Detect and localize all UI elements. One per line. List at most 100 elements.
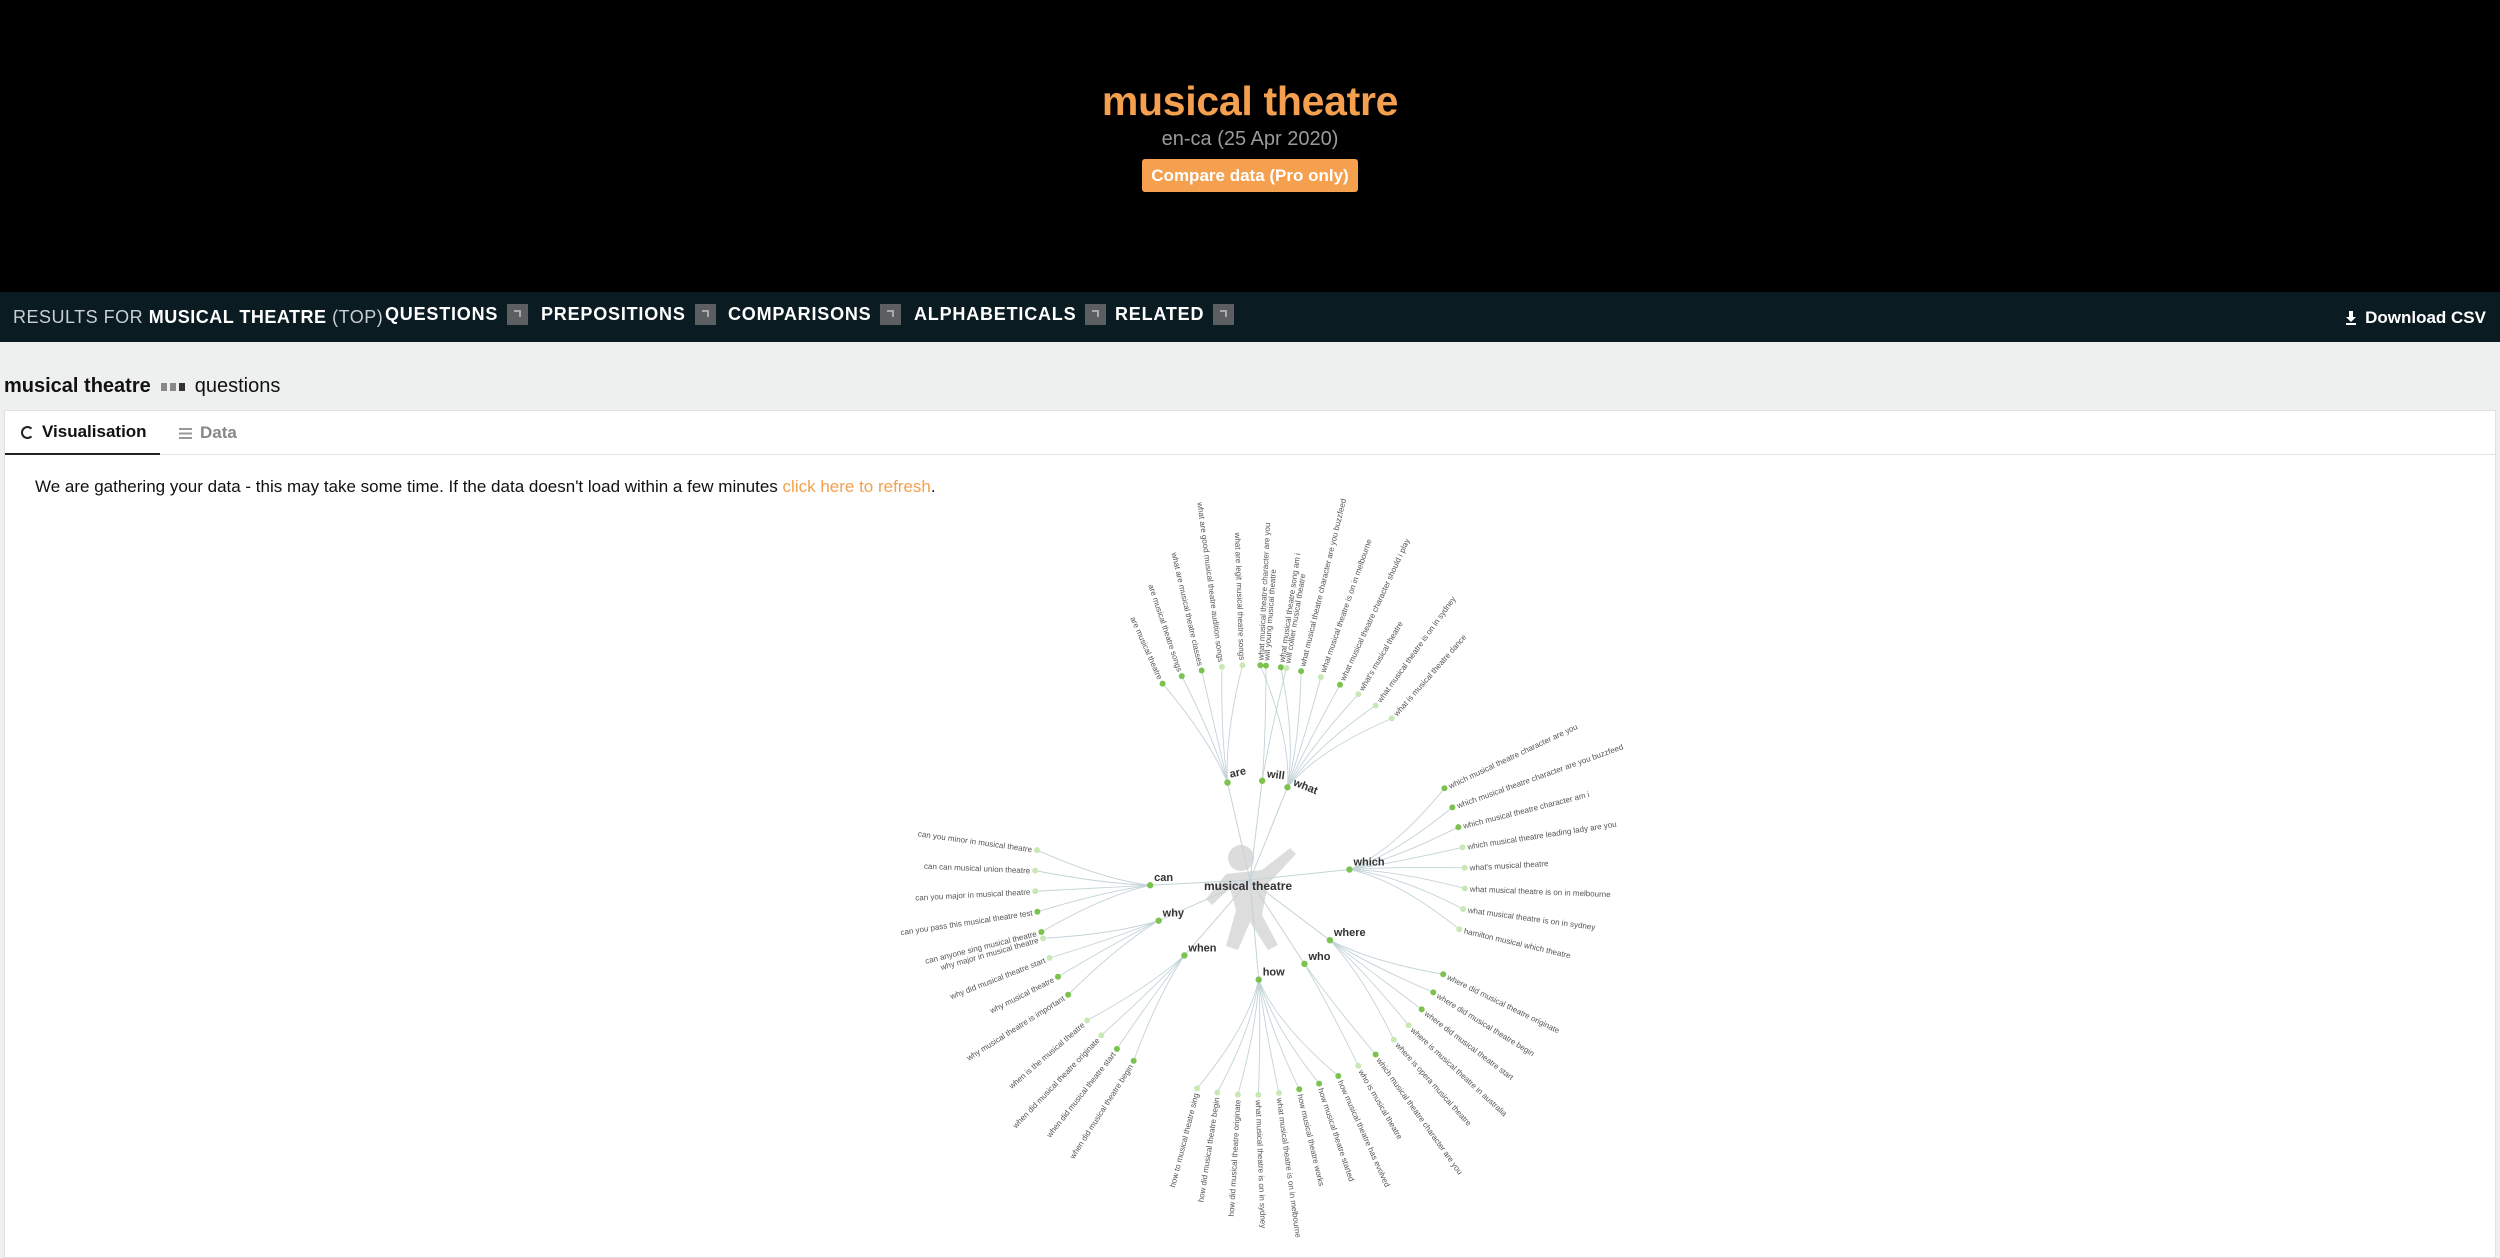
branch-node[interactable] [1146,882,1154,889]
branch-label: where [1333,927,1366,939]
leaf-node[interactable] [1335,1073,1342,1080]
leaf-node[interactable] [1298,668,1305,675]
branch-node[interactable] [1255,976,1262,983]
branch-node[interactable] [1326,936,1334,944]
branch-node[interactable] [1155,917,1162,924]
leaf-node[interactable] [1317,674,1324,681]
branch-label: which [1352,857,1384,869]
leaf-node[interactable] [1098,1032,1105,1039]
leaf-label[interactable]: how to musical theatre sing [1168,1092,1201,1188]
leaf-link [1287,684,1341,788]
leaf-link [1041,884,1151,933]
branch-label: will [1265,768,1285,782]
leaf-link [1329,939,1395,1040]
leaf-node[interactable] [1459,844,1466,851]
leaf-node[interactable] [1388,715,1395,722]
leaf-label[interactable]: can you minor in musical theatre [917,829,1033,854]
leaf-label[interactable]: how did musical theatre begin [1196,1097,1221,1203]
leaf-node[interactable] [1456,926,1463,933]
leaf-link [1049,920,1159,959]
leaf-node[interactable] [1262,662,1269,669]
leaf-label[interactable]: what are good musical theatre audition s… [1195,501,1225,663]
leaf-node[interactable] [1337,681,1344,688]
branch-node[interactable] [1284,784,1291,791]
leaf-node[interactable] [1257,662,1264,669]
leaf-label[interactable]: how did musical theatre originate [1227,1099,1243,1217]
leaf-label[interactable]: how musical theatre works [1296,1093,1326,1187]
branch-node[interactable] [1258,777,1266,784]
leaf-node[interactable] [1130,1057,1137,1064]
branch-label: how [1263,967,1285,979]
branch-label: when [1187,942,1216,954]
leaf-node[interactable] [1460,905,1467,912]
leaf-node[interactable] [1418,1006,1425,1013]
branch-node[interactable] [1224,779,1231,786]
leaf-link [1057,920,1159,978]
leaf-label[interactable]: can you major in musical theatre [915,887,1031,902]
leaf-node[interactable] [1275,1090,1282,1097]
leaf-link [1067,920,1159,996]
leaf-node[interactable] [1372,702,1379,709]
leaf-node[interactable] [1372,1051,1379,1058]
leaf-node[interactable] [1218,663,1225,670]
leaf-node[interactable] [1034,847,1041,854]
leaf-node[interactable] [1038,929,1045,936]
leaf-label[interactable]: can can musical union theatre [924,862,1031,876]
leaf-node[interactable] [1455,824,1462,831]
leaf-link [1086,955,1185,1021]
leaf-node[interactable] [1084,1017,1091,1024]
leaf-label[interactable]: are musical theatre [1128,615,1164,681]
leaf-link [1304,963,1359,1066]
leaf-node[interactable] [1040,935,1047,942]
leaf-node[interactable] [1034,908,1041,915]
leaf-node[interactable] [1440,971,1447,978]
leaf-node[interactable] [1065,991,1072,998]
branch-node[interactable] [1301,960,1308,968]
leaf-label[interactable]: can you pass this musical theatre test [900,908,1034,937]
leaf-label[interactable]: hamilton musical which theatre [1463,927,1572,961]
leaf-node[interactable] [1449,804,1456,811]
leaf-node[interactable] [1113,1045,1120,1052]
leaf-node[interactable] [1461,864,1468,871]
leaf-node[interactable] [1316,1080,1323,1087]
leaf-label[interactable]: what are legit musical theatre songs [1233,531,1246,660]
leaf-node[interactable] [1239,662,1246,669]
leaf-label[interactable]: what musical theatre is on in sydney [1254,1099,1268,1229]
leaf-node[interactable] [1194,1085,1201,1092]
leaf-node[interactable] [1055,973,1062,980]
leaf-node[interactable] [1461,885,1468,892]
leaf-node[interactable] [1277,664,1284,671]
leaf-label[interactable]: where did musical theatre originate [1445,972,1562,1035]
leaf-node[interactable] [1234,1091,1241,1098]
branch-label: what [1291,776,1320,797]
branch-label: who [1307,951,1330,963]
leaf-node[interactable] [1441,785,1448,792]
leaf-node[interactable] [1355,691,1362,698]
branch-node[interactable] [1181,952,1188,959]
leaf-link [1221,666,1228,783]
branch-node[interactable] [1346,866,1353,873]
leaf-link [1181,675,1228,783]
leaf-node[interactable] [1255,1091,1262,1098]
leaf-node[interactable] [1355,1062,1362,1069]
leaf-label[interactable]: what musical theatre is on in melbourne [1275,1096,1303,1238]
leaf-label[interactable]: what musical theatre is on in sydney [1466,906,1596,932]
leaf-node[interactable] [1198,667,1205,674]
leaf-node[interactable] [1405,1022,1412,1029]
leaf-node[interactable] [1296,1086,1303,1093]
leaf-label[interactable]: what's musical theatre [1468,859,1549,873]
leaf-node[interactable] [1032,888,1039,895]
branch-label: why [1162,908,1185,920]
leaf-node[interactable] [1159,680,1166,687]
wheel-labels: musical theatre what what musical theatre … [900,498,1625,1239]
leaf-node[interactable] [1430,989,1437,996]
leaf-label[interactable]: what musical theatre is on in melbourne [1469,885,1612,900]
leaf-node[interactable] [1046,954,1053,961]
leaf-node[interactable] [1178,673,1185,680]
leaf-node[interactable] [1283,665,1290,672]
leaf-node[interactable] [1390,1036,1397,1043]
leaf-link [1133,955,1185,1061]
leaf-label[interactable]: when did musical theatre begin [1067,1063,1135,1161]
leaf-node[interactable] [1214,1089,1221,1096]
leaf-node[interactable] [1032,867,1039,874]
